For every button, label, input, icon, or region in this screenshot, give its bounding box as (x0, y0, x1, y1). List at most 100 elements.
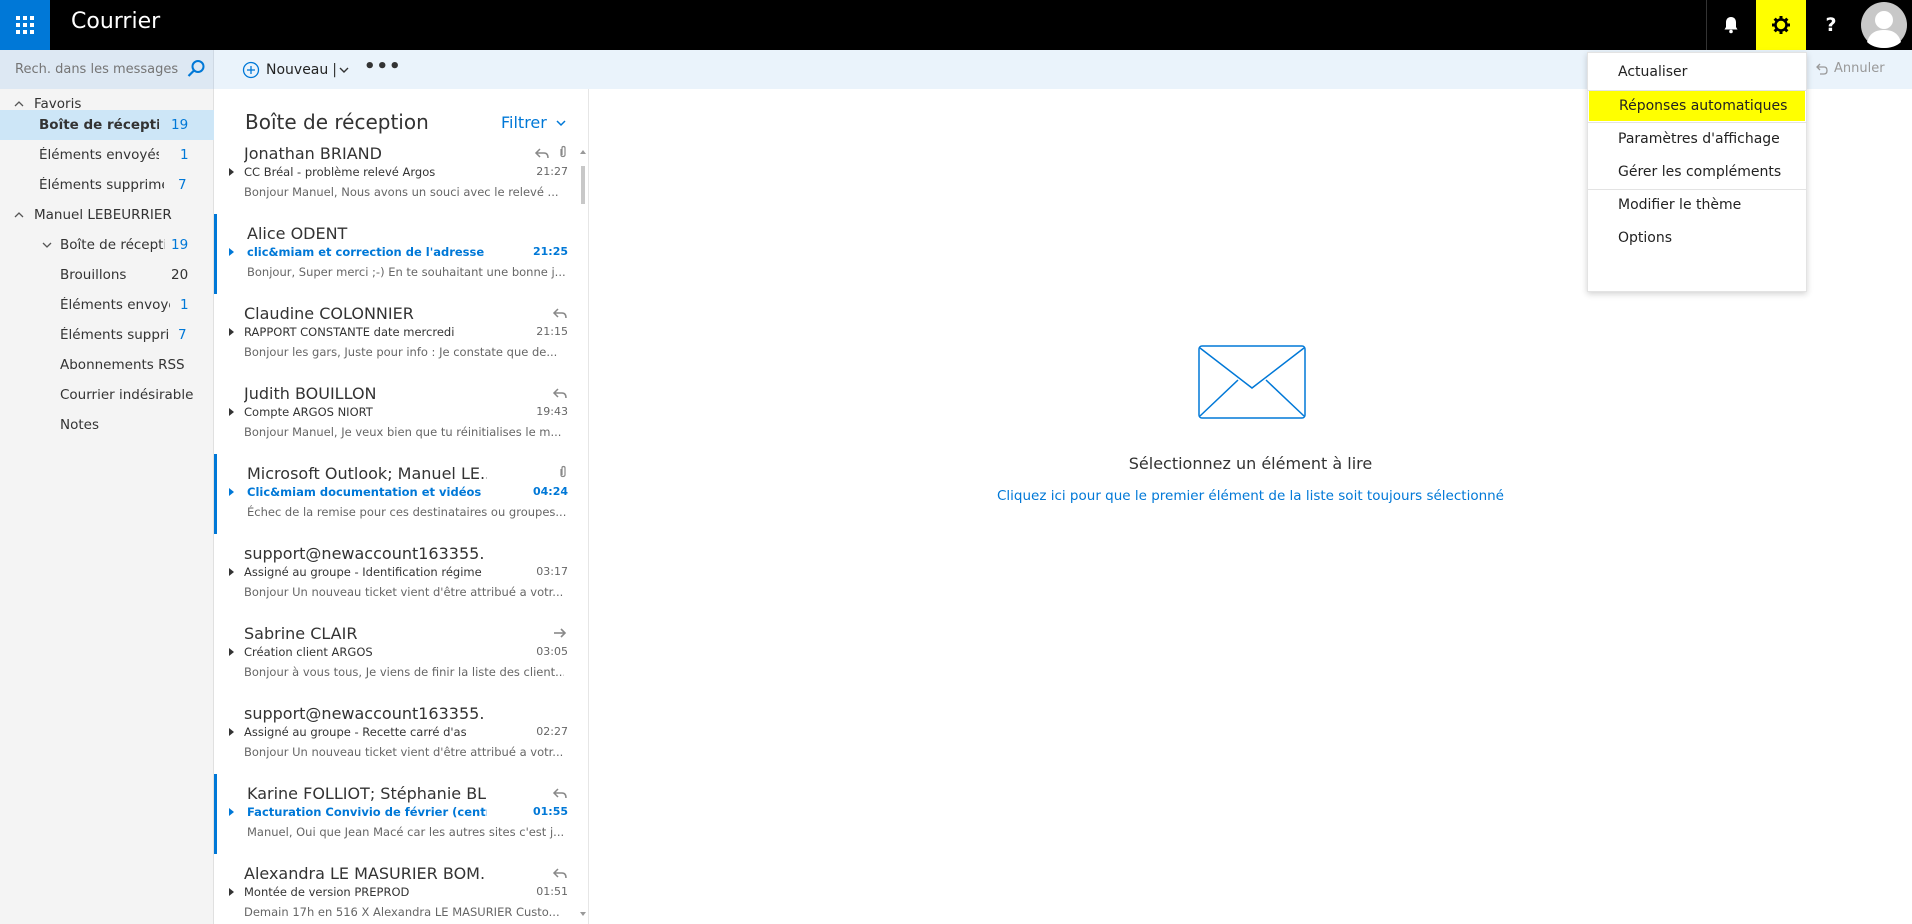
new-message-label: Nouveau (266, 62, 329, 78)
message-subject: RAPPORT CONSTANTE date mercredi (244, 325, 455, 339)
always-select-first-link[interactable]: Cliquez ici pour que le premier élément … (589, 488, 1912, 504)
message-sender: Judith BOUILLON (244, 384, 377, 403)
forward-icon (552, 624, 568, 643)
scroll-thumb[interactable] (581, 166, 585, 204)
menu-item-display-settings[interactable]: Paramètres d'affichage (1588, 124, 1806, 154)
message-row[interactable]: support@newaccount163355... Assigné au gr… (214, 534, 576, 614)
message-preview: Bonjour à vous tous, Je viens de finir l… (244, 665, 564, 679)
cancel-button[interactable]: Annuler (1814, 61, 1885, 76)
message-preview: Bonjour Un nouveau ticket vient d'être a… (244, 585, 564, 599)
folder-label: Éléments envoyés (39, 147, 159, 163)
message-row[interactable]: Claudine COLONNIER RAPPORT CONSTANTE date… (214, 294, 576, 374)
reply-icon (552, 384, 568, 403)
message-time: 19:43 (536, 405, 568, 418)
app-launcher-button[interactable] (0, 0, 50, 50)
menu-item-manage-addins[interactable]: Gérer les compléments (1588, 157, 1806, 187)
message-time: 01:51 (536, 885, 568, 898)
attachment-icon (558, 144, 568, 163)
avatar (1861, 2, 1907, 48)
expand-conversation-icon[interactable] (229, 168, 234, 176)
expand-conversation-icon[interactable] (229, 728, 234, 736)
message-sender: Alice ODENT (247, 224, 348, 243)
message-row[interactable]: Sabrine CLAIR Création client ARGOS 03:05 B… (214, 614, 576, 694)
message-status-icons (552, 864, 568, 883)
message-row[interactable]: Alexandra LE MASURIER BOM... Montée de ve… (214, 854, 576, 924)
filter-button[interactable]: Filtrer (501, 113, 566, 132)
message-row[interactable]: Karine FOLLIOT; Stéphanie BL... Facturati… (214, 774, 576, 854)
folder-item-sent-favorite[interactable]: Éléments envoyés 1 (0, 140, 214, 170)
notifications-button[interactable] (1706, 0, 1756, 50)
reply-icon (552, 864, 568, 883)
message-preview: Échec de la remise pour ces destinataire… (247, 505, 567, 519)
menu-item-options[interactable]: Options (1588, 223, 1806, 253)
message-status-icons (558, 464, 568, 483)
list-scrollbar[interactable] (576, 145, 588, 924)
folder-label: Brouillons (60, 267, 127, 283)
message-row[interactable]: Alice ODENT clic&miam et correction de l'… (214, 214, 576, 294)
expand-conversation-icon[interactable] (229, 488, 234, 496)
menu-item-refresh[interactable]: Actualiser (1588, 57, 1806, 87)
menu-item-change-theme[interactable]: Modifier le thème (1588, 190, 1806, 220)
message-row[interactable]: Jonathan BRIAND CC Bréal - problème relev… (214, 134, 576, 214)
message-status-icons (552, 384, 568, 403)
folder-item-sent[interactable]: Éléments envoyés 1 (0, 290, 214, 320)
reading-pane-title: Sélectionnez un élément à lire (1128, 454, 1373, 473)
folder-item-notes[interactable]: Notes (0, 410, 214, 440)
folder-label: Courrier indésirable (60, 387, 194, 403)
split-divider: | (332, 62, 337, 78)
reply-icon (552, 784, 568, 803)
expand-conversation-icon[interactable] (229, 808, 234, 816)
unread-count: 19 (171, 117, 189, 133)
folder-item-deleted-favorite[interactable]: Éléments supprimés 7 (0, 170, 214, 200)
folder-label: Éléments envoyés (60, 297, 170, 313)
expand-conversation-icon[interactable] (229, 568, 234, 576)
expand-conversation-icon[interactable] (229, 328, 234, 336)
menu-item-automatic-replies[interactable]: Réponses automatiques (1589, 91, 1805, 121)
folder-group-account[interactable]: Manuel LEBEURRIER (0, 200, 214, 230)
scroll-up-icon[interactable] (580, 150, 586, 154)
message-time: 03:17 (536, 565, 568, 578)
folder-item-inbox[interactable]: Boîte de réceptio 19 (0, 230, 214, 260)
message-sender: support@newaccount163355... (244, 704, 484, 723)
folder-item-inbox-favorite[interactable]: Boîte de réception 19 (0, 110, 214, 140)
message-row[interactable]: Judith BOUILLON Compte ARGOS NIORT 19:43 Bo… (214, 374, 576, 454)
avatar-button[interactable] (1856, 0, 1912, 50)
more-options-button[interactable]: ••• (364, 58, 402, 76)
folder-label: Boîte de réceptio (60, 237, 165, 253)
message-time: 01:55 (532, 805, 568, 818)
scroll-down-icon[interactable] (580, 912, 586, 916)
message-subject: clic&miam et correction de l'adresse mai… (247, 245, 487, 259)
message-row[interactable]: Microsoft Outlook; Manuel LE... Clic&miam… (214, 454, 576, 534)
settings-button[interactable] (1756, 0, 1806, 50)
new-message-button[interactable]: Nouveau | (242, 58, 349, 82)
message-preview: Bonjour les gars, Juste pour info : Je c… (244, 345, 558, 359)
expand-conversation-icon[interactable] (229, 888, 234, 896)
message-list: Boîte de réception Filtrer Jonathan BRIA… (214, 89, 589, 924)
undo-icon (1816, 63, 1828, 75)
app-title: Courrier (71, 9, 161, 34)
message-subject: Assigné au groupe - Identification régim… (244, 565, 484, 579)
message-subject: Assigné au groupe - Recette carré d'as (244, 725, 467, 739)
folder-item-deleted[interactable]: Éléments supprim 7 (0, 320, 214, 350)
message-row[interactable]: support@newaccount163355... Assigné au gr… (214, 694, 576, 774)
message-preview: Demain 17h en 516 X Alexandra LE MASURIE… (244, 905, 560, 919)
search-input[interactable] (15, 59, 183, 79)
search-icon[interactable] (186, 59, 206, 79)
message-sender: Jonathan BRIAND (244, 144, 382, 163)
chevron-up-icon (14, 212, 24, 218)
message-sender: Claudine COLONNIER (244, 304, 414, 323)
folder-item-drafts[interactable]: Brouillons 20 (0, 260, 214, 290)
help-button[interactable]: ? (1806, 0, 1856, 50)
message-subject: Compte ARGOS NIORT (244, 405, 373, 419)
message-status-icons (552, 624, 568, 643)
expand-conversation-icon[interactable] (229, 648, 234, 656)
settings-menu: Actualiser Réponses automatiques Paramèt… (1587, 52, 1807, 292)
chevron-down-icon[interactable] (339, 66, 349, 74)
message-sender: Sabrine CLAIR (244, 624, 358, 643)
waffle-icon (16, 16, 34, 34)
expand-conversation-icon[interactable] (229, 248, 234, 256)
folder-label: Manuel LEBEURRIER (34, 207, 172, 223)
folder-item-rss[interactable]: Abonnements RSS (0, 350, 214, 380)
expand-conversation-icon[interactable] (229, 408, 234, 416)
folder-item-junk[interactable]: Courrier indésirable (0, 380, 214, 410)
